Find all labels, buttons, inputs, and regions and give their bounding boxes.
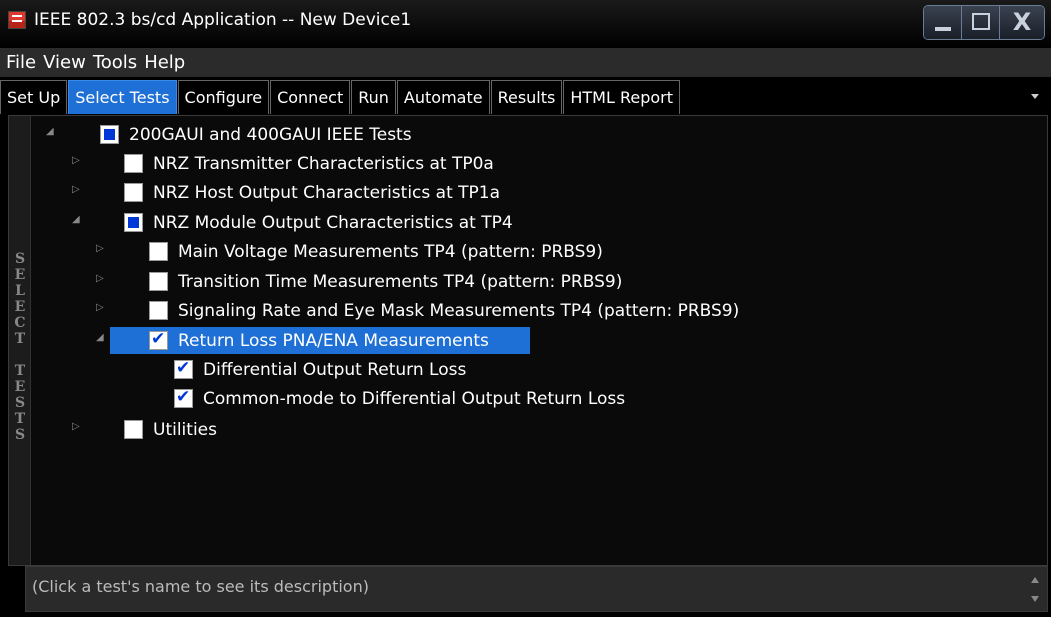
close-icon: X — [1012, 8, 1032, 36]
tree-item-label: Return Loss PNA/ENA Measurements — [178, 330, 489, 351]
description-text: (Click a test's name to see its descript… — [32, 577, 369, 596]
side-letter: E — [14, 299, 26, 315]
minimize-icon — [935, 27, 951, 31]
side-letter: S — [14, 395, 26, 411]
checkbox[interactable] — [149, 272, 168, 291]
menu-tools[interactable]: Tools — [93, 52, 137, 73]
minimize-button[interactable] — [924, 6, 962, 39]
collapse-icon[interactable]: ◢ — [46, 126, 54, 137]
checkbox-checked[interactable] — [149, 329, 168, 350]
scroll-up-icon[interactable] — [1031, 577, 1039, 583]
side-letter — [9, 347, 31, 363]
tab-automate[interactable]: Automate — [396, 80, 490, 114]
tree-item-label: NRZ Module Output Characteristics at TP4 — [153, 212, 513, 233]
tab-set-up[interactable]: Set Up — [0, 80, 68, 114]
scroll-down-icon[interactable] — [1031, 596, 1039, 602]
tree-item[interactable]: Transition Time Measurements TP4 (patter… — [149, 268, 622, 295]
app-icon — [8, 11, 26, 29]
tree-item-label: Utilities — [153, 419, 217, 440]
tree-item-label: Common-mode to Differential Output Retur… — [203, 388, 626, 409]
tab-bar: Set Up Select Tests Configure Connect Ru… — [0, 79, 1051, 115]
tree-item[interactable]: Signaling Rate and Eye Mask Measurements… — [149, 297, 739, 324]
tab-run[interactable]: Run — [351, 80, 396, 114]
expand-icon[interactable]: ▷ — [72, 155, 80, 166]
menu-view[interactable]: View — [43, 52, 86, 73]
checkbox[interactable] — [149, 301, 168, 320]
side-letter: S — [14, 251, 26, 267]
window-title: IEEE 802.3 bs/cd Application -- New Devi… — [34, 10, 412, 30]
tree-item[interactable]: NRZ Host Output Characteristics at TP1a — [124, 179, 500, 206]
menu-bar: File View Tools Help — [0, 48, 1051, 77]
tree-item-label: Main Voltage Measurements TP4 (pattern: … — [178, 241, 603, 262]
collapse-icon[interactable]: ◢ — [96, 332, 104, 343]
checkbox[interactable] — [124, 213, 143, 232]
test-tree: ◢ 200GAUI and 400GAUI IEEE Tests ▷ NRZ T… — [32, 116, 1047, 565]
tab-overflow-icon[interactable] — [1031, 94, 1039, 99]
tree-item-label: NRZ Host Output Characteristics at TP1a — [153, 182, 501, 203]
checkbox[interactable] — [124, 183, 143, 202]
tree-item-label: NRZ Transmitter Characteristics at TP0a — [153, 153, 494, 174]
description-panel: (Click a test's name to see its descript… — [25, 566, 1048, 612]
tree-item-label: Differential Output Return Loss — [203, 359, 467, 380]
checkbox[interactable] — [100, 125, 119, 144]
side-letter: S — [14, 427, 26, 443]
tree-item[interactable]: NRZ Transmitter Characteristics at TP0a — [124, 150, 494, 177]
side-label: S E L E C T T E S T S — [9, 116, 31, 565]
tab-select-tests[interactable]: Select Tests — [68, 80, 177, 114]
expand-icon[interactable]: ▷ — [96, 302, 104, 313]
expand-icon[interactable]: ▷ — [72, 184, 80, 195]
tree-item[interactable]: Differential Output Return Loss — [174, 356, 466, 383]
tree-item-selected[interactable]: Return Loss PNA/ENA Measurements — [110, 327, 530, 354]
checkbox[interactable] — [149, 242, 168, 261]
tree-item-label: Transition Time Measurements TP4 (patter… — [178, 271, 623, 292]
checkbox-checked[interactable] — [174, 358, 193, 379]
side-letter: L — [15, 283, 25, 299]
tree-item-label: 200GAUI and 400GAUI IEEE Tests — [129, 124, 412, 145]
tree-item[interactable]: NRZ Module Output Characteristics at TP4 — [124, 209, 513, 236]
maximize-icon — [972, 13, 990, 30]
side-letter: T — [14, 331, 26, 347]
tab-connect[interactable]: Connect — [270, 80, 351, 114]
tree-item[interactable]: Common-mode to Differential Output Retur… — [174, 385, 625, 412]
tree-item-label: Signaling Rate and Eye Mask Measurements… — [178, 300, 740, 321]
checkbox-checked[interactable] — [174, 387, 193, 408]
tab-html-report[interactable]: HTML Report — [563, 80, 681, 114]
menu-help[interactable]: Help — [144, 52, 185, 73]
collapse-icon[interactable]: ◢ — [72, 214, 80, 225]
maximize-button[interactable] — [962, 6, 1000, 39]
side-letter: C — [14, 315, 26, 331]
tree-item[interactable]: Main Voltage Measurements TP4 (pattern: … — [149, 238, 603, 265]
window-controls: X — [923, 5, 1045, 40]
tab-configure[interactable]: Configure — [177, 80, 270, 114]
checkbox[interactable] — [124, 420, 143, 439]
side-letter: T — [14, 363, 26, 379]
title-bar: IEEE 802.3 bs/cd Application -- New Devi… — [0, 0, 1051, 48]
tree-item[interactable]: 200GAUI and 400GAUI IEEE Tests — [100, 121, 412, 148]
expand-icon[interactable]: ▷ — [96, 243, 104, 254]
side-letter: T — [14, 411, 26, 427]
checkbox[interactable] — [124, 154, 143, 173]
close-button[interactable]: X — [1000, 6, 1044, 39]
menu-file[interactable]: File — [6, 52, 36, 73]
tree-item[interactable]: Utilities — [124, 416, 217, 443]
side-letter: E — [14, 267, 26, 283]
test-tree-panel: S E L E C T T E S T S ◢ 200GAUI and 400G… — [8, 115, 1048, 566]
side-letter: E — [14, 379, 26, 395]
expand-icon[interactable]: ▷ — [72, 421, 80, 432]
expand-icon[interactable]: ▷ — [96, 273, 104, 284]
tab-results[interactable]: Results — [490, 80, 563, 114]
